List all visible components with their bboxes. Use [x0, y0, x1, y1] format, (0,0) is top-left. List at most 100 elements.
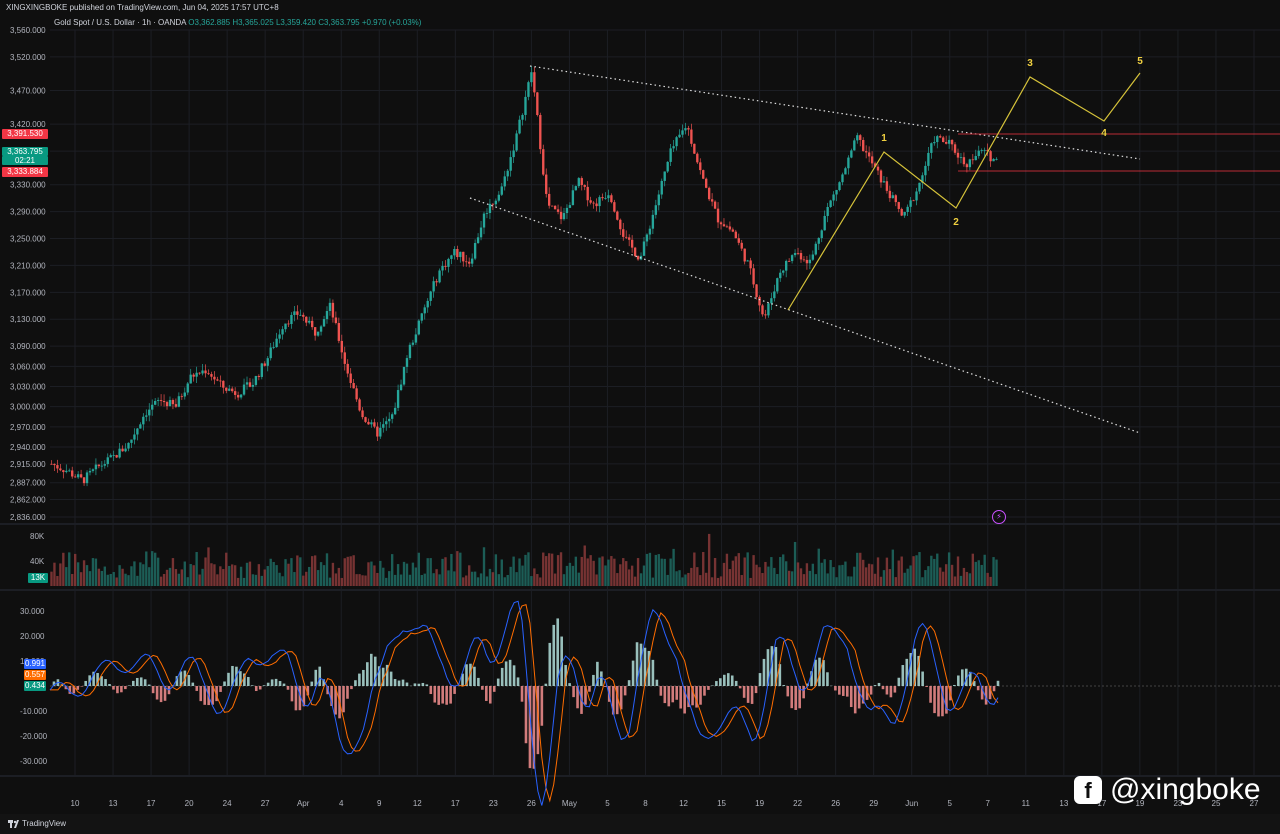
candle-body [417, 320, 421, 335]
volume-bar [758, 567, 761, 586]
candle-body [68, 470, 71, 472]
volume-bar [586, 558, 589, 586]
osc-histogram-bar [314, 669, 318, 686]
candle-body [592, 202, 595, 204]
volume-bar [663, 558, 666, 586]
volume-bar [856, 552, 859, 586]
candle-body [222, 380, 225, 388]
candle-body [598, 197, 601, 207]
candle-body [287, 323, 290, 325]
candle-body [912, 200, 915, 202]
facebook-icon: f [1074, 776, 1102, 804]
symbol-legend[interactable]: Gold Spot / U.S. Dollar · 1h · OANDA O3,… [54, 16, 421, 30]
lightning-icon[interactable]: ⚡ [992, 510, 1006, 524]
candle-body [992, 158, 995, 162]
osc-histogram-bar [492, 686, 496, 692]
volume-bar [651, 577, 655, 586]
time-tick-label: 24 [223, 799, 232, 808]
volume-bar [580, 556, 583, 586]
candle-body [281, 329, 284, 335]
volume-bar [971, 553, 974, 586]
candle-body [817, 238, 820, 244]
candle-body [168, 399, 172, 407]
volume-bar [151, 551, 154, 586]
volume-bar [595, 574, 598, 586]
volume-bar [790, 571, 794, 586]
time-tick-label: Apr [297, 799, 310, 808]
volume-bar [231, 564, 234, 586]
candle-body [722, 224, 726, 227]
candle-body [752, 268, 755, 285]
candle-body [94, 464, 98, 470]
candle-body [864, 151, 868, 153]
time-tick-label: 29 [869, 799, 878, 808]
candle-body [669, 148, 672, 162]
candle-body [512, 150, 515, 158]
candle-body [983, 149, 986, 151]
osc-histogram-bar [734, 680, 738, 686]
candle-body [313, 327, 317, 336]
candle-body [776, 278, 779, 292]
candle-body [396, 390, 400, 408]
candle-body [411, 342, 415, 345]
candle-body [542, 149, 545, 175]
candle-body [71, 470, 74, 477]
candle-body [399, 384, 403, 391]
volume-bar [749, 577, 752, 586]
osc-histogram-bar [366, 662, 369, 686]
osc-histogram-bar [437, 686, 441, 705]
volume-bar [959, 575, 963, 586]
volume-bar [468, 565, 471, 586]
volume-bar [533, 568, 536, 586]
volume-bar [109, 573, 112, 586]
candle-body [210, 374, 213, 377]
osc-value-green: 0.434 [24, 681, 46, 691]
volume-bar [805, 563, 809, 586]
candle-body [856, 135, 859, 141]
osc-histogram-bar [957, 675, 960, 686]
volume-bar [746, 552, 749, 586]
candle-body [595, 203, 598, 207]
candle-body [651, 214, 655, 229]
candle-body [616, 211, 619, 220]
volume-bar [607, 559, 610, 586]
chart-area[interactable]: 12345 3,560.0003,520.0003,470.0003,420.0… [0, 0, 1280, 834]
candle-body [737, 238, 740, 243]
time-tick-label: 4 [339, 799, 344, 808]
volume-bar [59, 563, 62, 586]
candle-body [156, 400, 160, 401]
osc-histogram-bar [853, 686, 857, 714]
osc-histogram-bar [762, 658, 766, 686]
osc-histogram-bar [845, 686, 849, 697]
osc-histogram-bar [393, 679, 397, 686]
volume-bar [281, 576, 284, 586]
candle-body [770, 298, 773, 304]
candle-body [663, 171, 666, 181]
candle-body [50, 463, 53, 465]
volume-bar [968, 573, 972, 586]
price-tick-label: 3,210.000 [10, 261, 46, 270]
osc-histogram-bar [84, 680, 87, 686]
candle-body [657, 194, 660, 206]
volume-bar [835, 577, 838, 586]
candle-body [675, 137, 678, 147]
volume-bar [290, 558, 293, 586]
candle-body [468, 261, 471, 264]
time-tick-label: 15 [717, 799, 726, 808]
osc-histogram-bar [723, 674, 726, 686]
osc-histogram-bar [703, 686, 706, 696]
candle-body [100, 465, 104, 467]
volume-bar [216, 574, 219, 586]
osc-histogram-bar [929, 686, 932, 703]
volume-bar [296, 555, 299, 586]
volume-bar [728, 569, 732, 586]
volume-bar [79, 572, 83, 586]
candle-body [838, 182, 841, 191]
candle-body [296, 311, 299, 315]
candle-body [808, 259, 812, 264]
volume-bar [263, 569, 266, 586]
volume-bar [550, 553, 554, 586]
candle-body [251, 384, 255, 387]
candle-body [734, 231, 737, 239]
volume-current-tag: 13K [28, 573, 48, 583]
